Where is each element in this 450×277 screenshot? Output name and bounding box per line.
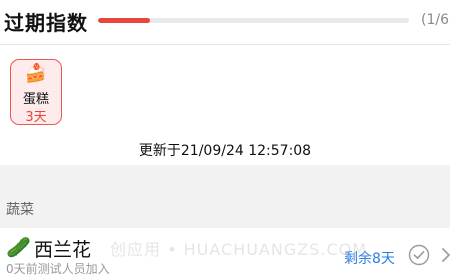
section-title: 蔬菜 <box>6 202 34 218</box>
food-tile-cake[interactable]: 🍰 蛋糕 3天 <box>10 59 62 125</box>
header: 过期指数 (1/6) <box>0 0 450 44</box>
header-divider <box>0 44 450 45</box>
item-subtitle: 0天前测试人员加入 <box>6 262 110 276</box>
check-circle-icon[interactable] <box>408 244 430 266</box>
cake-icon: 🍰 <box>24 63 48 84</box>
watermark: 创应用 • HUACHUANGZS.COM <box>110 240 368 259</box>
food-tile-name: 蛋糕 <box>22 92 49 107</box>
progress-bar <box>98 18 409 23</box>
chevron-right-icon[interactable] <box>440 246 450 264</box>
food-tile-days: 3天 <box>25 110 47 125</box>
updated-timestamp: 更新于21/09/24 12:57:08 <box>138 143 312 159</box>
section-header <box>0 165 450 228</box>
item-name: 西兰花 <box>34 239 92 261</box>
cucumber-icon: 🥒 <box>6 235 31 259</box>
page-indicator: (1/6) <box>421 12 450 28</box>
progress-fill <box>98 18 150 23</box>
page-title: 过期指数 <box>4 11 88 35</box>
